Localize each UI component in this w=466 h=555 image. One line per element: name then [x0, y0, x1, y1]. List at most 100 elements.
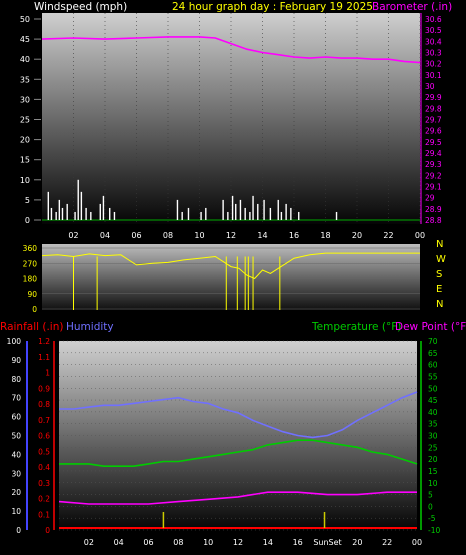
rain-tick-label: 0.3: [38, 479, 50, 488]
chart-title: 24 hour graph day : February 19 2025: [172, 1, 373, 13]
humidity-tick-label: 50: [11, 432, 21, 441]
temperature-tick-label: 20: [428, 455, 438, 464]
humidity-tick-label: 80: [11, 375, 21, 384]
wind-tick-label: 30: [20, 95, 30, 104]
barometer-tick-label: 29.3: [425, 160, 442, 169]
hour-tick-label: 20: [352, 538, 362, 547]
humidity-axis-label: Humidity: [66, 321, 114, 333]
rain-tick-label: 0.4: [38, 463, 50, 472]
direction-tick-label: 0: [32, 305, 37, 314]
hour-tick-label: 04: [100, 231, 110, 240]
barometer-tick-label: 30.2: [425, 60, 442, 69]
wind-axis-label: Windspeed (mph): [34, 1, 127, 13]
barometer-tick-label: 29.6: [425, 127, 442, 136]
hour-tick-label: 18: [320, 231, 330, 240]
hour-tick-label: SunSet: [313, 538, 341, 547]
hour-tick-label: 02: [84, 538, 94, 547]
humidity-tick-label: 70: [11, 394, 21, 403]
hour-tick-label: 16: [289, 231, 299, 240]
humidity-tick-label: 40: [11, 450, 21, 459]
wind-tick-label: 5: [25, 196, 30, 205]
wind-tick-label: 45: [20, 35, 30, 44]
temperature-axis-label: Temperature (°F): [311, 321, 401, 333]
wind-tick-label: 20: [20, 136, 30, 145]
temperature-tick-label: 15: [428, 467, 438, 476]
barometer-tick-label: 28.9: [425, 205, 442, 214]
wind-tick-label: 0: [25, 216, 30, 225]
compass-label: N: [436, 239, 443, 250]
rain-tick-label: 1.2: [38, 337, 50, 346]
humidity-tick-label: 20: [11, 488, 21, 497]
humidity-tick-label: 90: [11, 356, 21, 365]
hour-tick-label: 22: [382, 538, 392, 547]
barometer-tick-label: 28.8: [425, 216, 442, 225]
hour-tick-label: 14: [263, 538, 273, 547]
weather-graph: Windspeed (mph) 24 hour graph day : Febr…: [0, 1, 466, 547]
barometer-tick-label: 30.5: [425, 26, 442, 35]
rain-tick-label: 0.2: [38, 495, 50, 504]
hour-tick-label: 22: [383, 231, 393, 240]
temperature-tick-label: -10: [428, 526, 440, 535]
barometer-tick-label: 29.7: [425, 116, 442, 125]
barometer-tick-label: 29.9: [425, 93, 442, 102]
wind-tick-label: 25: [20, 116, 30, 125]
barometer-tick-label: 30.4: [425, 37, 442, 46]
wind-tick-label: 50: [20, 15, 30, 24]
hour-tick-label: 00: [412, 538, 422, 547]
rain-tick-label: 0.9: [38, 384, 50, 393]
temperature-tick-label: -5: [428, 514, 436, 523]
rain-tick-label: 0.1: [38, 510, 50, 519]
compass-label: S: [436, 269, 442, 280]
temperature-tick-label: 0: [428, 502, 433, 511]
hour-tick-label: 04: [114, 538, 124, 547]
temperature-tick-label: 35: [428, 420, 438, 429]
hour-tick-label: 08: [163, 231, 173, 240]
direction-tick-label: 360: [23, 244, 38, 253]
barometer-tick-label: 30: [425, 82, 435, 91]
temperature-tick-label: 50: [428, 384, 438, 393]
hour-tick-label: 00: [415, 231, 425, 240]
hour-tick-label: 16: [293, 538, 303, 547]
temperature-tick-label: 30: [428, 432, 438, 441]
temperature-tick-label: 40: [428, 408, 438, 417]
rain-tick-label: 0.6: [38, 432, 50, 441]
temperature-tick-label: 25: [428, 443, 438, 452]
humidity-tick-label: 100: [7, 337, 22, 346]
barometer-tick-label: 29: [425, 194, 435, 203]
temperature-tick-label: 70: [428, 337, 438, 346]
humidity-tick-label: 30: [11, 469, 21, 478]
rain-tick-label: 1.1: [38, 353, 50, 362]
barometer-tick-label: 29.2: [425, 171, 442, 180]
barometer-tick-label: 30.6: [425, 15, 442, 24]
barometer-axis-label: Barometer (.in): [372, 1, 452, 13]
temperature-tick-label: 5: [428, 491, 433, 500]
hour-tick-label: 20: [352, 231, 362, 240]
hour-tick-label: 10: [203, 538, 213, 547]
barometer-tick-label: 29.5: [425, 138, 442, 147]
barometer-tick-label: 29.8: [425, 104, 442, 113]
temperature-tick-label: 65: [428, 349, 438, 358]
hour-tick-label: 10: [194, 231, 204, 240]
hour-tick-label: 12: [233, 538, 243, 547]
humidity-tick-label: 0: [16, 526, 21, 535]
barometer-tick-label: 30.3: [425, 49, 442, 58]
barometer-tick-label: 30.1: [425, 71, 442, 80]
rain-tick-label: 0: [45, 526, 50, 535]
wind-plot-area: [42, 13, 420, 224]
temperature-tick-label: 55: [428, 372, 438, 381]
hour-tick-label: 06: [143, 538, 153, 547]
barometer-tick-label: 29.4: [425, 149, 442, 158]
compass-label: E: [436, 284, 442, 295]
direction-tick-label: 180: [23, 275, 38, 284]
hour-tick-label: 14: [257, 231, 267, 240]
barometer-tick-label: 29.1: [425, 183, 442, 192]
hour-tick-label: 02: [68, 231, 78, 240]
direction-plot-area: [42, 244, 420, 310]
dewpoint-axis-label: Dew Point (°F): [395, 321, 466, 333]
compass-label: N: [436, 299, 443, 310]
humidity-tick-label: 60: [11, 413, 21, 422]
temperature-tick-label: 10: [428, 479, 438, 488]
hour-tick-label: 12: [226, 231, 236, 240]
wind-tick-label: 40: [20, 55, 30, 64]
wind-tick-label: 15: [20, 156, 30, 165]
